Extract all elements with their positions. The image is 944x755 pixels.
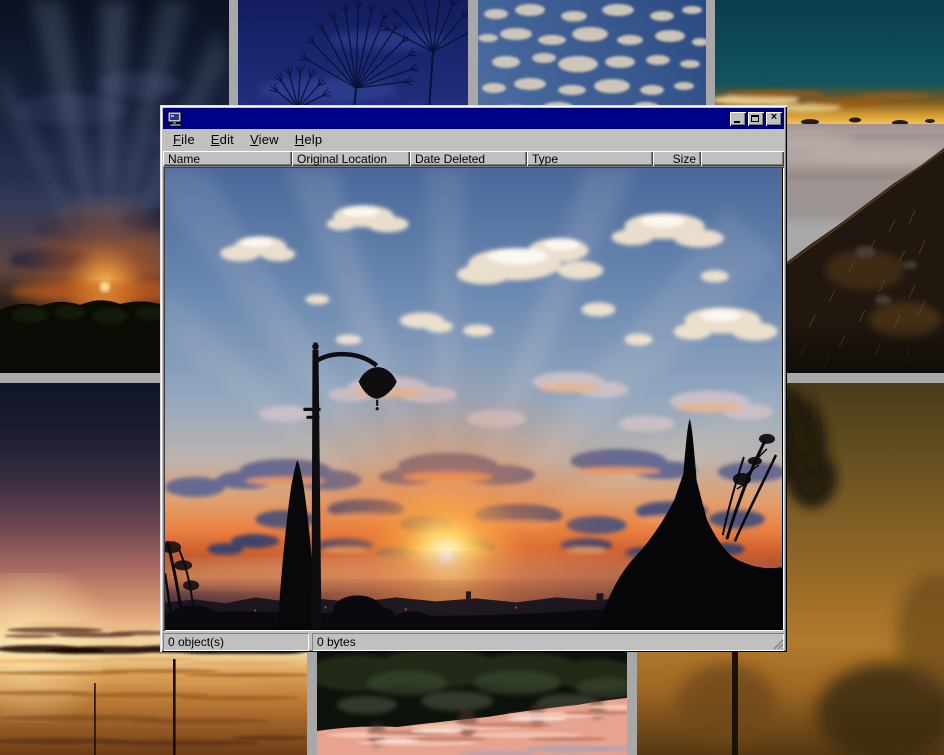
recycle-bin-window: × File Edit View Help Name Original Loca… <box>160 105 787 652</box>
menu-edit[interactable]: Edit <box>203 131 242 149</box>
file-list-viewport[interactable] <box>163 166 784 631</box>
column-header-original-location[interactable]: Original Location <box>292 151 410 166</box>
resize-grip[interactable] <box>771 637 784 650</box>
column-header-row: Name Original Location Date Deleted Type… <box>163 151 784 166</box>
column-header-date-deleted[interactable]: Date Deleted <box>410 151 527 166</box>
minimize-button[interactable] <box>730 112 746 126</box>
minimize-icon <box>734 121 740 123</box>
menu-file[interactable]: File <box>165 131 203 149</box>
status-object-count: 0 object(s) <box>163 633 309 651</box>
menu-view[interactable]: View <box>242 131 287 149</box>
column-header-name[interactable]: Name <box>163 151 292 166</box>
desktop: { "desktop": { "gap_color": "#a8a8a8", "… <box>0 0 944 755</box>
column-header-type[interactable]: Type <box>527 151 653 166</box>
column-header-filler[interactable] <box>701 151 784 166</box>
titlebar[interactable]: × <box>163 108 784 129</box>
maximize-icon <box>751 115 759 122</box>
status-bar: 0 object(s) 0 bytes <box>163 633 784 651</box>
street-lamp-sunset-photo <box>165 168 782 629</box>
menu-help[interactable]: Help <box>287 131 331 149</box>
computer-icon <box>167 111 183 127</box>
status-byte-count: 0 bytes <box>312 633 784 651</box>
close-icon: × <box>771 112 777 123</box>
menu-bar: File Edit View Help <box>163 129 784 150</box>
column-header-size[interactable]: Size <box>653 151 701 166</box>
maximize-button[interactable] <box>748 112 764 126</box>
close-button[interactable]: × <box>766 112 782 126</box>
